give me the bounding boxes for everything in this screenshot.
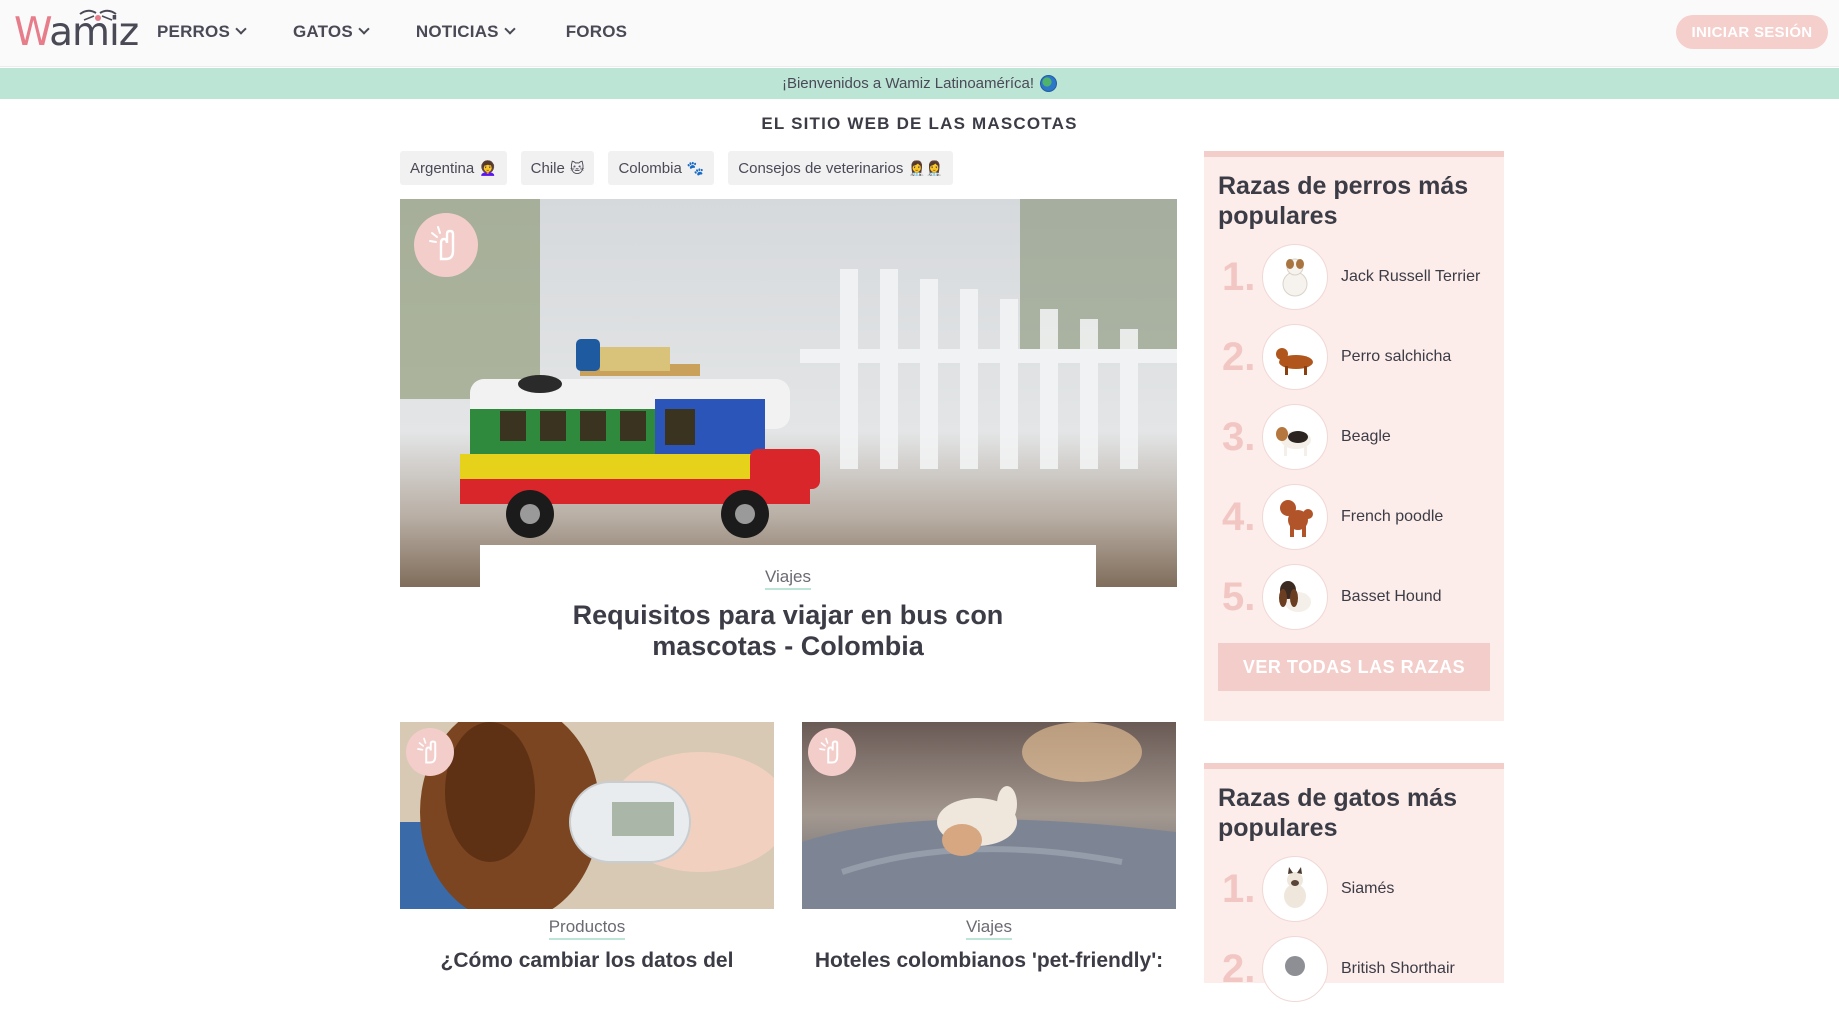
chevron-down-icon: [358, 23, 370, 35]
paw-emoji-icon: 🐾: [686, 159, 705, 176]
vet-emoji-icon: 👩‍⚕️👩‍⚕️: [908, 159, 944, 176]
breed-rank: 1.: [1222, 254, 1256, 299]
popular-cat-breeds: Razas de gatos más populares 1. Siamés 2…: [1204, 763, 1504, 1002]
nav-perros[interactable]: PERROS: [157, 22, 247, 42]
logo-letter-w: W: [14, 10, 50, 55]
main-nav: PERROS GATOS NOTICIAS FOROS: [157, 0, 627, 64]
dog-on-bed-photo: [802, 722, 1176, 909]
hero-category[interactable]: Viajes: [765, 567, 811, 590]
see-all-breeds-button[interactable]: VER TODAS LAS RAZAS: [1218, 643, 1490, 691]
hero-title-line1: Requisitos para viajar en bus con: [572, 600, 1004, 630]
welcome-text: ¡Bienvenidos a Wamiz Latinoaméríca!: [781, 75, 1035, 92]
woman-emoji-icon: 👩‍🦱: [479, 159, 497, 176]
wamiz-logo[interactable]: Wamiz: [14, 4, 139, 60]
hero-title[interactable]: Requisitos para viajar en bus con mascot…: [480, 600, 1096, 662]
site-header: Wamiz PERROS GATOS NOTICIAS FOROS INICIA…: [0, 0, 1839, 67]
hero-image[interactable]: [400, 199, 1177, 587]
welcome-bar: ¡Bienvenidos a Wamiz Latinoaméríca!: [0, 68, 1839, 99]
breed-name: Beagle: [1341, 428, 1391, 445]
dog-breeds-title: Razas de perros más populares: [1204, 157, 1504, 237]
breed-row-1[interactable]: 1. Jack Russell Terrier: [1204, 237, 1504, 317]
breed-row-5[interactable]: 5. Basset Hound: [1204, 557, 1504, 637]
dog-breeds-title-line2: populares: [1218, 202, 1338, 230]
breed-rank: 3.: [1222, 414, 1256, 459]
breed-name: French poodle: [1341, 508, 1444, 525]
nav-noticias[interactable]: NOTICIAS: [415, 22, 516, 42]
breed-rank: 2.: [1222, 946, 1256, 991]
dachshund-avatar: [1262, 324, 1328, 390]
site-tagline: EL SITIO WEB DE LAS MASCOTAS: [0, 114, 1839, 137]
chip-label: Chile: [530, 159, 565, 177]
breed-name: Jack Russell Terrier: [1341, 268, 1481, 285]
breed-name: Basset Hound: [1341, 588, 1442, 605]
chevron-down-icon: [235, 23, 247, 35]
cat-emoji-icon: 🐱: [569, 159, 585, 176]
card-category[interactable]: Viajes: [966, 917, 1012, 940]
region-chips: Argentina 👩‍🦱 Chile 🐱 Colombia 🐾 Consejos d…: [400, 151, 967, 185]
advice-hand-icon: [808, 728, 856, 776]
cat-breed-row-2[interactable]: 2. British Shorthair: [1204, 929, 1504, 1009]
beagle-avatar: [1262, 404, 1328, 470]
dog-breeds-title-line1: Razas de perros más: [1218, 172, 1469, 200]
cat-breeds-title-line2: populares: [1218, 814, 1338, 842]
nav-foros[interactable]: FOROS: [566, 22, 627, 42]
chip-argentina[interactable]: Argentina 👩‍🦱: [400, 151, 507, 185]
breed-row-3[interactable]: 3. Beagle: [1204, 397, 1504, 477]
chip-label: Argentina: [410, 159, 475, 177]
advice-hand-icon: [414, 213, 478, 277]
hero-article-card[interactable]: Viajes Requisitos para viajar en bus con…: [480, 545, 1096, 675]
poodle-avatar: [1262, 484, 1328, 550]
article-image-microchip[interactable]: [400, 722, 774, 909]
card-title[interactable]: ¿Cómo cambiar los datos del: [400, 948, 774, 974]
jack-russell-avatar: [1262, 244, 1328, 310]
globe-icon: [1040, 75, 1058, 92]
hero-title-line2: mascotas - Colombia: [652, 631, 924, 661]
breed-name: Perro salchicha: [1341, 348, 1452, 365]
tagline-text: EL SITIO WEB DE LAS MASCOTAS: [757, 114, 1090, 137]
breed-row-2[interactable]: 2. Perro salchicha: [1204, 317, 1504, 397]
chip-label: Colombia: [618, 159, 682, 177]
siamese-cat-avatar: [1262, 856, 1328, 922]
breed-name: British Shorthair: [1341, 960, 1455, 977]
breed-rank: 5.: [1222, 574, 1256, 619]
breed-name: Siamés: [1341, 880, 1395, 897]
nav-foros-label: FOROS: [565, 22, 628, 41]
popular-dog-breeds: Razas de perros más populares 1. Jack Ru…: [1204, 151, 1504, 721]
basset-hound-avatar: [1262, 564, 1328, 630]
article-card-viajes[interactable]: Viajes Hoteles colombianos 'pet-friendly…: [802, 722, 1176, 974]
chip-label: Consejos de veterinarios: [738, 159, 904, 177]
breed-rank: 1.: [1222, 866, 1256, 911]
logo-whiskers-icon: [79, 9, 117, 21]
chip-colombia[interactable]: Colombia 🐾: [608, 151, 715, 185]
breed-rank: 4.: [1222, 494, 1256, 539]
card-category[interactable]: Productos: [548, 917, 626, 940]
breed-row-4[interactable]: 4. French poodle: [1204, 477, 1504, 557]
cat-breeds-title: Razas de gatos más populares: [1204, 769, 1504, 849]
british-shorthair-avatar: [1262, 936, 1328, 1002]
hero-bus-illustration: [400, 199, 1177, 587]
cat-breeds-title-line1: Razas de gatos más: [1218, 784, 1457, 812]
nav-gatos[interactable]: GATOS: [293, 22, 370, 42]
breed-rank: 2.: [1222, 334, 1256, 379]
article-image-hotel-dog[interactable]: [802, 722, 1176, 909]
chip-consejos-veterinarios[interactable]: Consejos de veterinarios 👩‍⚕️👩‍⚕️: [728, 151, 954, 185]
nav-gatos-label: GATOS: [293, 22, 353, 41]
microchip-photo: [400, 722, 774, 909]
card-title[interactable]: Hoteles colombianos 'pet-friendly':: [802, 948, 1176, 974]
advice-hand-icon: [406, 728, 454, 776]
chevron-down-icon: [504, 23, 516, 35]
nav-perros-label: PERROS: [157, 22, 230, 41]
article-card-productos[interactable]: Productos ¿Cómo cambiar los datos del: [400, 722, 774, 974]
nav-noticias-label: NOTICIAS: [415, 22, 499, 41]
chip-chile[interactable]: Chile 🐱: [520, 151, 595, 185]
login-button[interactable]: INICIAR SESIÓN: [1676, 15, 1828, 49]
cat-breed-row-1[interactable]: 1. Siamés: [1204, 849, 1504, 929]
